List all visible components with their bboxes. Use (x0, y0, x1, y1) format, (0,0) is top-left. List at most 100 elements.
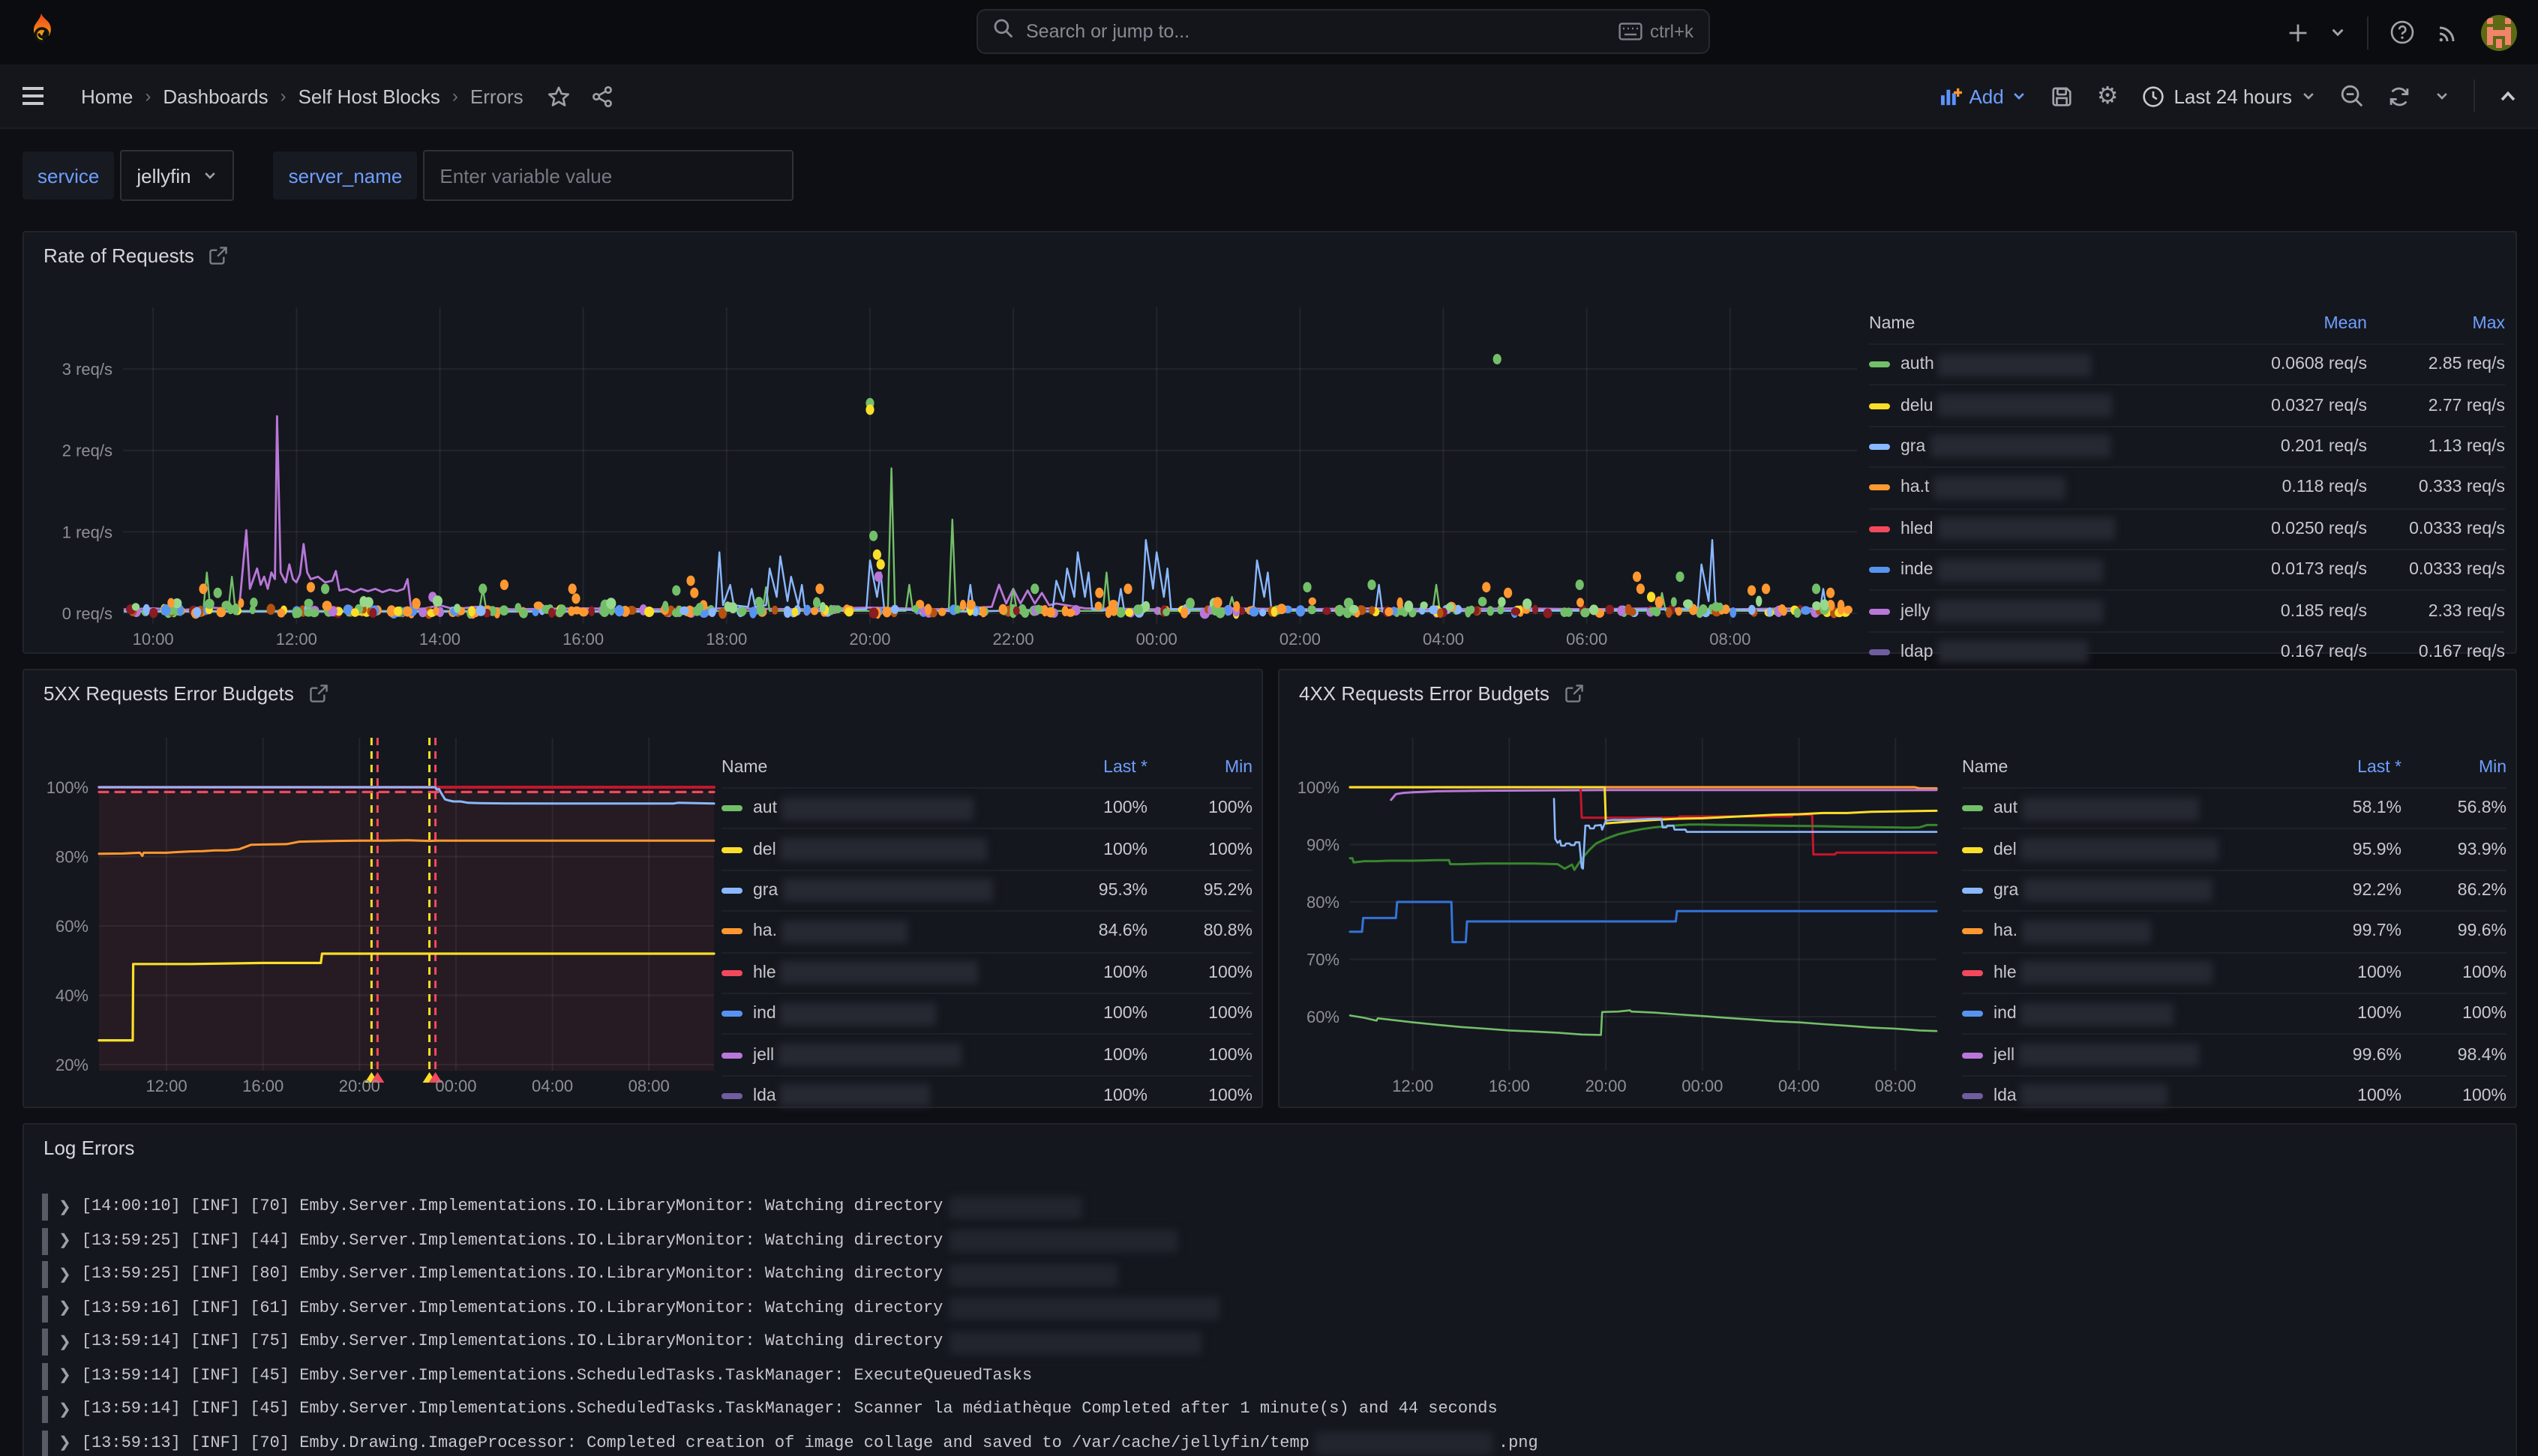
legend-value: 99.7% (2288, 923, 2402, 941)
legend-row[interactable]: inde0.0173 req/s0.0333 req/s (1869, 549, 2505, 590)
legend-row[interactable]: jelly0.185 req/s2.33 req/s (1869, 590, 2505, 631)
user-avatar[interactable] (2481, 14, 2517, 50)
legend-row[interactable]: auth0.0608 req/s2.85 req/s (1869, 343, 2505, 385)
x-axis-tick-label: 20:00 (339, 1077, 380, 1095)
log-row[interactable]: ❯[13:59:14] [INF] [75] Emby.Server.Imple… (42, 1326, 2500, 1359)
redacted-series-name (2023, 879, 2212, 902)
collapse-caret-up-icon[interactable] (2499, 88, 2517, 103)
legend-header-name[interactable]: Name (1962, 759, 2288, 777)
series-name-prefix: lda (1994, 1087, 2017, 1105)
favorite-star-icon[interactable] (548, 85, 570, 107)
series-name-prefix: hled (1900, 520, 1934, 538)
external-link-icon[interactable] (309, 684, 328, 703)
log-row[interactable]: ❯[13:59:16] [INF] [61] Emby.Server.Imple… (42, 1292, 2500, 1326)
legend-row[interactable]: ha.84.6%80.8% (722, 910, 1252, 951)
5xx-chart[interactable]: 20%40%60%80%100%12:0016:0020:0000:0004:0… (36, 721, 718, 1105)
news-rss-icon[interactable] (2436, 20, 2460, 44)
zoom-out-icon[interactable] (2340, 84, 2364, 108)
legend-header-name[interactable]: Name (722, 759, 1034, 777)
series-name-prefix: hle (753, 964, 776, 982)
legend-header-max[interactable]: Max (2367, 315, 2505, 333)
variable-service-select[interactable]: jellyfin (120, 150, 234, 201)
series-color-swatch (722, 805, 742, 811)
variable-server-name-input[interactable]: Enter variable value (423, 150, 794, 201)
legend-row[interactable]: ha.t0.118 req/s0.333 req/s (1869, 466, 2505, 508)
legend-row[interactable]: gra92.2%86.2% (1962, 870, 2506, 911)
log-row[interactable]: ❯[14:00:10] [INF] [70] Emby.Server.Imple… (42, 1191, 2500, 1224)
refresh-icon[interactable] (2388, 85, 2410, 107)
legend-value: 100% (1034, 840, 1148, 858)
menu-hamburger-icon[interactable] (21, 85, 45, 106)
breadcrumb-home[interactable]: Home (81, 85, 133, 107)
log-row[interactable]: ❯[13:59:25] [INF] [44] Emby.Server.Imple… (42, 1224, 2500, 1258)
panel-title[interactable]: 4XX Requests Error Budgets (1299, 682, 1584, 705)
breadcrumb-separator: › (145, 85, 151, 106)
legend-row[interactable]: hle100%100% (1962, 951, 2506, 993)
panel-title[interactable]: Log Errors (44, 1137, 134, 1159)
new-chevron-down-icon[interactable] (2330, 24, 2346, 40)
legend-row[interactable]: lda100%100% (1962, 1074, 2506, 1116)
add-button[interactable]: Add (1939, 85, 2026, 107)
legend-row[interactable]: ldap0.167 req/s0.167 req/s (1869, 631, 2505, 672)
x-axis-tick-label: 00:00 (1682, 1077, 1723, 1095)
series-name-prefix: jell (1994, 1046, 2014, 1064)
log-expand-chevron-icon[interactable]: ❯ (58, 1233, 71, 1250)
save-dashboard-button[interactable] (2050, 85, 2073, 107)
log-expand-chevron-icon[interactable]: ❯ (58, 1267, 71, 1284)
help-icon[interactable] (2390, 19, 2415, 45)
legend-row[interactable]: del95.9%93.9% (1962, 828, 2506, 870)
legend-value: 100% (2288, 1087, 2402, 1105)
legend-row[interactable]: jell100%100% (722, 1034, 1252, 1075)
log-row[interactable]: ❯[13:59:14] [INF] [45] Emby.Server.Imple… (42, 1393, 2500, 1427)
search-input[interactable]: Search or jump to... ctrl+k (976, 9, 1710, 54)
redacted-series-name (781, 962, 979, 984)
log-expand-chevron-icon[interactable]: ❯ (58, 1335, 71, 1351)
legend-row[interactable]: ind100%100% (1962, 993, 2506, 1034)
legend-row[interactable]: aut100%100% (722, 787, 1252, 828)
log-row[interactable]: ❯[13:59:13] [INF] [70] Emby.Drawing.Imag… (42, 1427, 2500, 1456)
external-link-icon[interactable] (209, 246, 229, 265)
panel-title[interactable]: 5XX Requests Error Budgets (44, 682, 328, 705)
legend-row[interactable]: delu0.0327 req/s2.77 req/s (1869, 385, 2505, 426)
panel-rate-of-requests: Rate of Requests 0 req/s1 req/s2 req/s3 … (22, 231, 2517, 654)
time-range-picker[interactable]: Last 24 hours (2142, 85, 2316, 107)
x-axis-tick-label: 08:00 (628, 1077, 670, 1095)
share-icon[interactable] (591, 85, 614, 107)
legend-row[interactable]: aut58.1%56.8% (1962, 787, 2506, 828)
divider (2367, 16, 2368, 49)
legend-header-last[interactable]: Last * (2288, 759, 2402, 777)
log-row[interactable]: ❯[13:59:25] [INF] [80] Emby.Server.Imple… (42, 1258, 2500, 1292)
grafana-logo[interactable] (21, 12, 62, 52)
legend-header-min[interactable]: Min (2402, 759, 2506, 777)
legend-header-name[interactable]: Name (1869, 315, 2208, 333)
legend-row[interactable]: ha.99.7%99.6% (1962, 910, 2506, 951)
legend-row[interactable]: gra95.3%95.2% (722, 870, 1252, 911)
x-axis-tick-label: 04:00 (532, 1077, 573, 1095)
legend-row[interactable]: gra0.201 req/s1.13 req/s (1869, 426, 2505, 467)
legend-row[interactable]: del100%100% (722, 828, 1252, 870)
legend-row[interactable]: ind100%100% (722, 993, 1252, 1034)
log-row[interactable]: ❯[13:59:14] [INF] [45] Emby.Server.Imple… (42, 1359, 2500, 1393)
panel-title[interactable]: Rate of Requests (44, 244, 229, 267)
external-link-icon[interactable] (1564, 684, 1584, 703)
refresh-interval-chevron-icon[interactable] (2434, 88, 2450, 103)
legend-row[interactable]: hled0.0250 req/s0.0333 req/s (1869, 508, 2505, 549)
legend-header-last[interactable]: Last * (1034, 759, 1148, 777)
legend-value: 1.13 req/s (2367, 438, 2505, 456)
log-expand-chevron-icon[interactable]: ❯ (58, 1402, 71, 1419)
log-expand-chevron-icon[interactable]: ❯ (58, 1301, 71, 1317)
series-name-prefix: ldap (1900, 643, 1934, 661)
log-expand-chevron-icon[interactable]: ❯ (58, 1436, 71, 1452)
legend-header-min[interactable]: Min (1148, 759, 1252, 777)
legend-header-mean[interactable]: Mean (2208, 315, 2367, 333)
new-plus-button[interactable] (2288, 22, 2308, 43)
legend-row[interactable]: lda100%100% (722, 1074, 1252, 1116)
legend-row[interactable]: hle100%100% (722, 951, 1252, 993)
breadcrumb-dashboards[interactable]: Dashboards (163, 85, 268, 107)
log-expand-chevron-icon[interactable]: ❯ (58, 1368, 71, 1385)
log-expand-chevron-icon[interactable]: ❯ (58, 1200, 71, 1216)
breadcrumb-folder[interactable]: Self Host Blocks (298, 85, 440, 107)
4xx-chart[interactable]: 60%70%80%90%100%12:0016:0020:0000:0004:0… (1292, 721, 1959, 1105)
legend-row[interactable]: jell99.6%98.4% (1962, 1034, 2506, 1075)
dashboard-settings-gear-icon[interactable]: ⚙ (2097, 84, 2119, 108)
